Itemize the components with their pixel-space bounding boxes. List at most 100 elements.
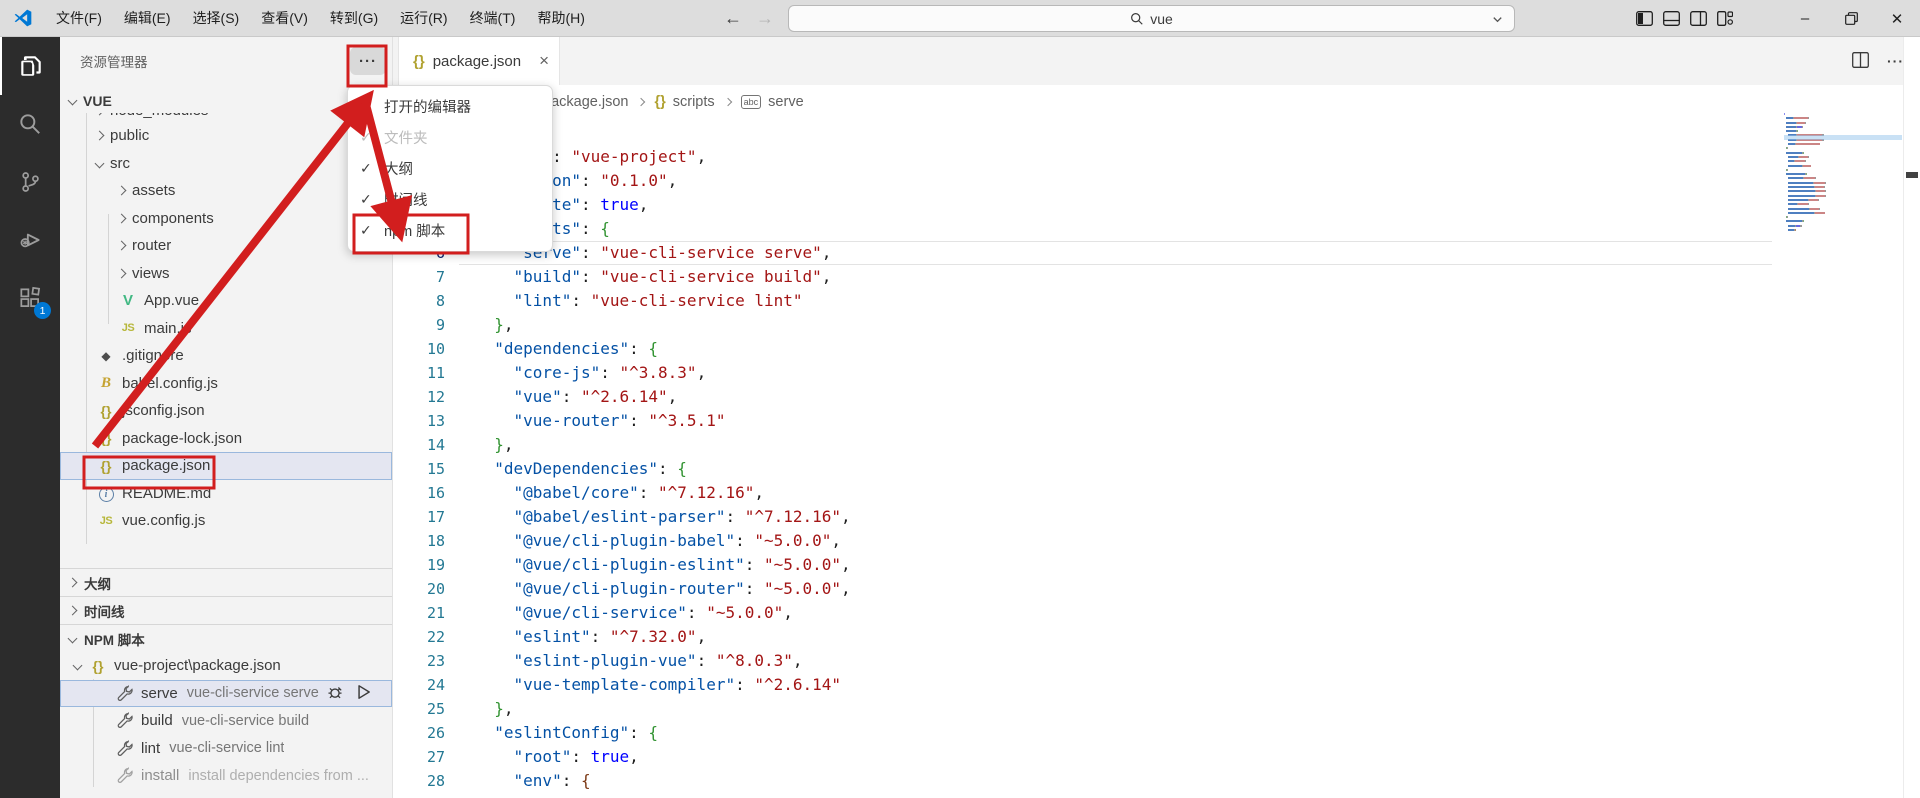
code-line[interactable]: 21 "@vue/cli-service": "~5.0.0", bbox=[393, 601, 1920, 625]
symbol-object-icon: {} bbox=[654, 93, 666, 110]
code-line[interactable]: 19 "@vue/cli-plugin-eslint": "~5.0.0", bbox=[393, 553, 1920, 577]
views-more-actions-button[interactable]: ··· bbox=[350, 47, 386, 75]
tab-label: package.json bbox=[432, 52, 522, 70]
code-line[interactable]: 8 "lint": "vue-cli-service lint" bbox=[393, 289, 1920, 313]
code-line[interactable]: 12 "vue": "^2.6.14", bbox=[393, 385, 1920, 409]
tree-item[interactable]: JS vue.config.js bbox=[60, 507, 392, 535]
breadcrumb-serve[interactable]: serve bbox=[768, 94, 803, 110]
activity-source-control-icon[interactable] bbox=[0, 153, 60, 211]
breadcrumb-file[interactable]: package.json bbox=[543, 94, 628, 110]
tree-item[interactable]: {} package-lock.json bbox=[60, 425, 392, 453]
menubar-item[interactable]: 终端(T) bbox=[459, 0, 527, 36]
debug-script-icon[interactable] bbox=[326, 683, 344, 705]
tree-item[interactable]: V App.vue bbox=[60, 287, 392, 315]
npm-root-item[interactable]: {} vue-project\package.json bbox=[60, 652, 392, 680]
menubar-item[interactable]: 文件(F) bbox=[45, 0, 113, 36]
activity-extensions-icon[interactable]: 1 bbox=[0, 269, 60, 327]
menubar-item[interactable]: 编辑(E) bbox=[113, 0, 182, 36]
menu-item-大纲[interactable]: ✓ 大纲 bbox=[348, 153, 552, 184]
json-file-icon: {} bbox=[100, 457, 112, 474]
code-line[interactable]: 3 "version": "0.1.0", bbox=[393, 169, 1920, 193]
code-line[interactable]: 4 "private": true, bbox=[393, 193, 1920, 217]
tree-item[interactable]: {} jsconfig.json bbox=[60, 397, 392, 425]
code-line[interactable]: 5 "scripts": { bbox=[393, 217, 1920, 241]
activity-run-debug-icon[interactable] bbox=[0, 211, 60, 269]
command-center-search[interactable]: vue bbox=[788, 5, 1515, 32]
menubar-item[interactable]: 选择(S) bbox=[182, 0, 251, 36]
timeline-section-header[interactable]: 时间线 bbox=[60, 596, 392, 624]
code-area[interactable]: 1{2 "name": "vue-project",3 "version": "… bbox=[393, 121, 1920, 798]
code-line[interactable]: 23 "eslint-plugin-vue": "^8.0.3", bbox=[393, 649, 1920, 673]
code-line[interactable]: 27 "root": true, bbox=[393, 745, 1920, 769]
npm-script-lint[interactable]: lint vue-cli-service lint bbox=[60, 735, 392, 763]
code-line[interactable]: 1{ bbox=[393, 121, 1920, 145]
minimap-line bbox=[1784, 160, 1902, 163]
menu-item-打开的编辑器[interactable]: 打开的编辑器 bbox=[348, 91, 552, 122]
npm-script-description: vue-cli-service serve bbox=[186, 685, 319, 702]
code-line[interactable]: 13 "vue-router": "^3.5.1" bbox=[393, 409, 1920, 433]
minimap-line bbox=[1784, 151, 1902, 154]
more-actions-icon[interactable]: ··· bbox=[1887, 53, 1904, 69]
toggle-secondary-sidebar-icon[interactable] bbox=[1690, 11, 1707, 26]
menubar-item[interactable]: 查看(V) bbox=[250, 0, 319, 36]
split-editor-icon[interactable] bbox=[1852, 51, 1869, 71]
toggle-sidebar-icon[interactable] bbox=[1636, 11, 1653, 26]
code-line[interactable]: 15 "devDependencies": { bbox=[393, 457, 1920, 481]
code-line[interactable]: 14 }, bbox=[393, 433, 1920, 457]
tree-item[interactable]: {} package.json bbox=[60, 452, 392, 480]
npm-scripts-section-header[interactable]: NPM 脚本 bbox=[60, 624, 392, 652]
minimize-button[interactable]: – bbox=[1782, 0, 1828, 37]
tab-close-icon[interactable]: × bbox=[539, 51, 549, 71]
tree-item[interactable]: src bbox=[60, 150, 392, 178]
code-line[interactable]: 25 }, bbox=[393, 697, 1920, 721]
code-line[interactable]: 17 "@babel/eslint-parser": "^7.12.16", bbox=[393, 505, 1920, 529]
code-line[interactable]: 16 "@babel/core": "^7.12.16", bbox=[393, 481, 1920, 505]
code-line[interactable]: 22 "eslint": "^7.32.0", bbox=[393, 625, 1920, 649]
code-line[interactable]: 28 "env": { bbox=[393, 769, 1920, 793]
json-file-icon: {} bbox=[92, 657, 104, 674]
customize-layout-icon[interactable] bbox=[1717, 11, 1733, 26]
tree-item[interactable]: i README.md bbox=[60, 480, 392, 508]
close-button[interactable]: ✕ bbox=[1874, 0, 1920, 37]
code-line[interactable]: 6 "serve": "vue-cli-service serve", bbox=[393, 241, 1920, 265]
minimap[interactable] bbox=[1784, 113, 1902, 233]
tree-item[interactable]: ◆ .gitignore bbox=[60, 342, 392, 370]
toggle-panel-icon[interactable] bbox=[1663, 11, 1680, 26]
tree-item[interactable]: components bbox=[60, 205, 392, 233]
menu-item-npm 脚本[interactable]: ✓ npm 脚本 bbox=[348, 215, 552, 246]
menu-item-文件夹[interactable]: ✓ 文件夹 bbox=[348, 122, 552, 153]
npm-script-install[interactable]: install install dependencies from ... bbox=[60, 762, 392, 790]
code-line[interactable]: 7 "build": "vue-cli-service build", bbox=[393, 265, 1920, 289]
npm-script-build[interactable]: build vue-cli-service build bbox=[60, 707, 392, 735]
tree-item[interactable]: public bbox=[60, 122, 392, 150]
code-line[interactable]: 11 "core-js": "^3.8.3", bbox=[393, 361, 1920, 385]
menubar-item[interactable]: 转到(G) bbox=[319, 0, 389, 36]
code-line[interactable]: 26 "eslintConfig": { bbox=[393, 721, 1920, 745]
overview-ruler[interactable] bbox=[1903, 37, 1920, 798]
code-line[interactable]: 18 "@vue/cli-plugin-babel": "~5.0.0", bbox=[393, 529, 1920, 553]
activity-search-icon[interactable] bbox=[0, 95, 60, 153]
back-arrow-icon[interactable]: ← bbox=[724, 8, 742, 29]
menubar-item[interactable]: 运行(R) bbox=[389, 0, 458, 36]
code-line[interactable]: 20 "@vue/cli-plugin-router": "~5.0.0", bbox=[393, 577, 1920, 601]
outline-section-header[interactable]: 大纲 bbox=[60, 568, 392, 596]
code-line[interactable]: 2 "name": "vue-project", bbox=[393, 145, 1920, 169]
code-line[interactable]: 10 "dependencies": { bbox=[393, 337, 1920, 361]
tree-item[interactable]: assets bbox=[60, 177, 392, 205]
tree-item[interactable]: JS main.js bbox=[60, 315, 392, 343]
project-section-header[interactable]: VUE bbox=[60, 88, 392, 113]
npm-script-serve[interactable]: serve vue-cli-service serve bbox=[60, 679, 392, 707]
menubar-item[interactable]: 帮助(H) bbox=[526, 0, 595, 36]
code-line[interactable]: 9 }, bbox=[393, 313, 1920, 337]
restore-button[interactable] bbox=[1828, 0, 1874, 37]
activity-explorer-icon[interactable] bbox=[0, 37, 60, 95]
tab-package-json[interactable]: {} package.json × bbox=[398, 37, 560, 85]
breadcrumb-scripts[interactable]: scripts bbox=[673, 94, 715, 110]
menu-item-时间线[interactable]: ✓ 时间线 bbox=[348, 184, 552, 215]
tree-item[interactable]: views bbox=[60, 260, 392, 288]
tree-item[interactable]: router bbox=[60, 232, 392, 260]
code-line[interactable]: 24 "vue-template-compiler": "^2.6.14" bbox=[393, 673, 1920, 697]
run-script-icon[interactable] bbox=[354, 683, 372, 705]
chevron-down-icon[interactable] bbox=[1491, 13, 1504, 29]
tree-item[interactable]: Bbabel.config.js bbox=[60, 370, 392, 398]
